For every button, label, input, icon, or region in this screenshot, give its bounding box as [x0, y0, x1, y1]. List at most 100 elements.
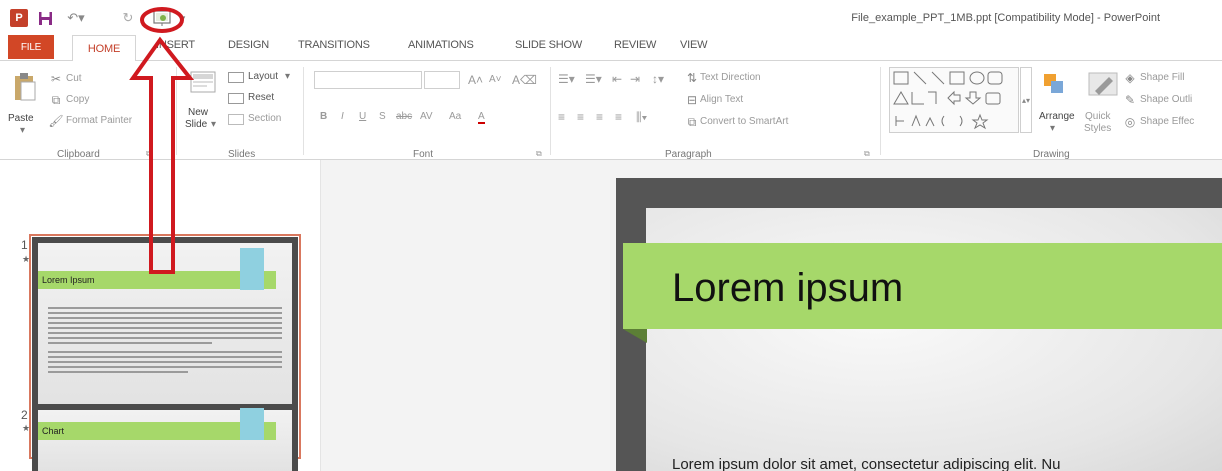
shrink-font-icon[interactable]: A˅ — [489, 74, 502, 85]
copy-button[interactable]: Copy — [66, 94, 89, 105]
shape-outline-button[interactable]: Shape Outli — [1140, 94, 1192, 105]
shape-fill-button[interactable]: Shape Fill — [1140, 72, 1184, 83]
slide-thumbnail[interactable]: Chart — [32, 404, 298, 471]
tab-home[interactable]: HOME — [72, 35, 136, 61]
clipboard-launcher-icon[interactable]: ⧉ — [146, 149, 152, 159]
shape-effects-button[interactable]: Shape Effec — [1140, 116, 1194, 127]
tab-insert[interactable]: INSERT — [156, 39, 195, 51]
thumbnail-accent-tab — [240, 408, 264, 440]
font-color-button[interactable]: A — [478, 111, 485, 124]
line-spacing-icon[interactable]: ↕▾ — [652, 72, 664, 86]
customize-toolbar-icon[interactable]: ▾ — [178, 9, 188, 27]
text-direction-button[interactable]: Text Direction — [700, 72, 761, 83]
align-left-icon[interactable]: ≡ — [558, 110, 565, 124]
shape-effects-icon: ◎ — [1124, 115, 1136, 129]
shapes-more-icon[interactable]: ▴▾ — [1020, 67, 1032, 133]
new-slide-icon[interactable] — [188, 69, 218, 95]
paragraph-launcher-icon[interactable]: ⧉ — [864, 149, 870, 159]
title-bar: P ↶▾ ↻ ▾ File_example_PPT_1MB.ppt [Compa… — [0, 0, 1222, 34]
align-text-button[interactable]: Align Text — [700, 94, 743, 105]
slide-number: 2 — [21, 408, 28, 422]
thumbnail-body-text — [48, 307, 282, 376]
cut-icon: ✂ — [50, 72, 62, 86]
tab-animations[interactable]: ANIMATIONS — [408, 39, 474, 51]
grow-font-icon[interactable]: A˄ — [468, 73, 483, 87]
layout-button[interactable]: Layout — [248, 71, 278, 82]
ribbon-tabs: FILE HOME INSERT DESIGN TRANSITIONS ANIM… — [0, 35, 1222, 61]
slide-animation-icon: ★ — [22, 423, 31, 433]
font-name-combo[interactable] — [314, 71, 422, 89]
group-separator — [880, 67, 881, 155]
numbering-icon[interactable]: ☰▾ — [585, 72, 602, 86]
quick-styles-label-2[interactable]: Styles — [1084, 123, 1111, 134]
group-separator — [303, 67, 304, 155]
clear-formatting-icon[interactable]: A⌫ — [512, 73, 537, 87]
justify-icon[interactable]: ≡ — [615, 110, 622, 124]
arrange-button[interactable]: Arrange — [1039, 111, 1075, 122]
underline-button[interactable]: U — [359, 111, 366, 122]
undo-icon[interactable]: ↶▾ — [66, 9, 86, 27]
align-center-icon[interactable]: ≡ — [577, 110, 584, 124]
shape-outline-icon: ✎ — [1124, 93, 1136, 107]
ribbon-home: Paste ▾ ✂ Cut ⧉ Copy 🖌 Format Painter Cl… — [0, 61, 1222, 160]
slide-animation-icon: ★ — [22, 254, 31, 264]
align-right-icon[interactable]: ≡ — [596, 110, 603, 124]
reset-button[interactable]: Reset — [248, 92, 274, 103]
increase-indent-icon[interactable]: ⇥ — [630, 72, 640, 86]
format-painter-icon: 🖌 — [48, 114, 64, 128]
powerpoint-icon[interactable]: P — [10, 9, 28, 27]
start-from-beginning-icon[interactable] — [150, 9, 174, 27]
copy-icon: ⧉ — [51, 92, 61, 107]
thumbnail-accent-tab — [240, 248, 264, 290]
text-shadow-button[interactable]: S — [379, 111, 386, 122]
layout-icon — [228, 72, 244, 83]
new-slide-dropdown-icon[interactable]: ▾ — [211, 119, 216, 130]
window-title: File_example_PPT_1MB.ppt [Compatibility … — [851, 12, 1160, 24]
tab-transitions[interactable]: TRANSITIONS — [298, 39, 370, 51]
new-slide-label-2[interactable]: Slide — [185, 119, 207, 130]
italic-button[interactable]: I — [341, 111, 344, 122]
tab-file[interactable]: FILE — [8, 35, 54, 59]
thumbnail-title: Chart — [42, 426, 65, 436]
tab-view[interactable]: VIEW — [680, 39, 708, 51]
decrease-indent-icon[interactable]: ⇤ — [612, 72, 622, 86]
paste-button[interactable]: Paste — [8, 113, 34, 124]
align-text-icon: ⊟ — [686, 93, 698, 107]
tab-review[interactable]: REVIEW — [614, 39, 656, 51]
smartart-icon: ⧉ — [687, 114, 697, 129]
character-spacing-button[interactable]: AV — [420, 111, 433, 122]
save-icon[interactable] — [37, 9, 53, 27]
quick-styles-icon[interactable] — [1084, 69, 1122, 99]
cut-button[interactable]: Cut — [66, 73, 82, 84]
paste-icon[interactable] — [12, 71, 38, 103]
columns-icon[interactable]: ⫼▾ — [636, 110, 647, 125]
text-direction-icon: ⇅ — [686, 71, 698, 85]
redo-icon[interactable]: ↻ — [120, 9, 136, 27]
shape-fill-icon: ◈ — [1125, 71, 1135, 85]
slide-number: 1 — [21, 238, 28, 252]
shapes-gallery[interactable] — [889, 67, 1019, 133]
arrange-dropdown-icon[interactable]: ▾ — [1050, 123, 1055, 134]
tab-slide-show[interactable]: SLIDE SHOW — [515, 39, 582, 51]
group-separator — [550, 67, 551, 155]
bold-button[interactable]: B — [320, 111, 327, 122]
new-slide-label-1[interactable]: New — [188, 107, 208, 118]
quick-styles-label-1[interactable]: Quick — [1085, 111, 1111, 122]
strikethrough-button[interactable]: abc — [396, 111, 412, 122]
layout-dropdown-icon[interactable]: ▾ — [285, 71, 290, 82]
arrange-icon[interactable] — [1042, 71, 1066, 97]
reset-icon — [228, 93, 244, 104]
font-size-combo[interactable] — [424, 71, 460, 89]
convert-smartart-button[interactable]: Convert to SmartArt — [700, 116, 788, 127]
group-separator — [176, 67, 177, 155]
bullets-icon[interactable]: ☰▾ — [558, 72, 575, 86]
tab-design[interactable]: DESIGN — [228, 39, 269, 51]
font-launcher-icon[interactable]: ⧉ — [536, 149, 542, 159]
change-case-button[interactable]: Aa — [449, 111, 461, 122]
section-icon — [228, 114, 244, 125]
slide-body-text[interactable]: Lorem ipsum dolor sit amet, consectetur … — [672, 456, 1061, 471]
slide-title[interactable]: Lorem ipsum — [672, 266, 903, 311]
paste-dropdown-icon[interactable]: ▾ — [20, 125, 25, 136]
format-painter-button[interactable]: Format Painter — [66, 115, 132, 126]
section-button[interactable]: Section — [248, 113, 281, 124]
